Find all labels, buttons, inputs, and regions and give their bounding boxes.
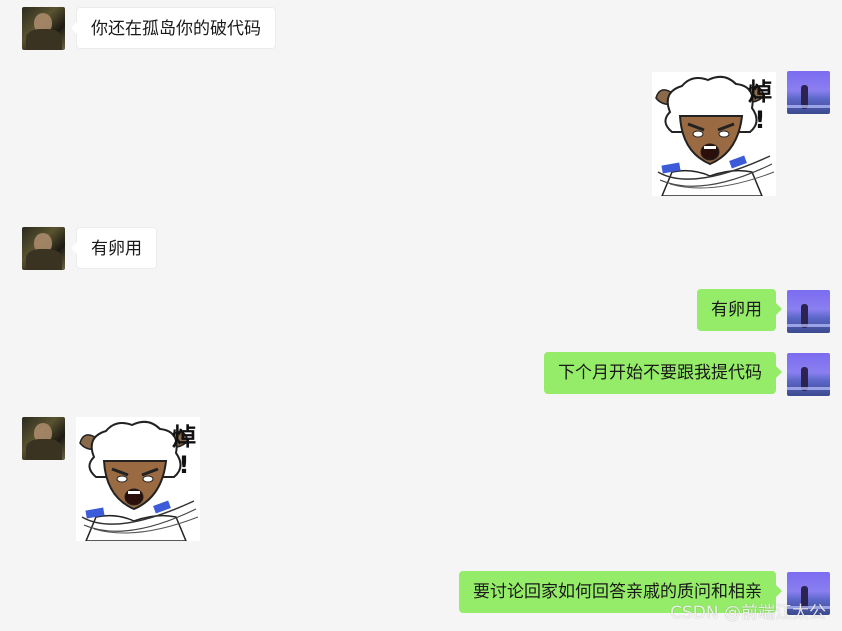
contact-avatar[interactable] <box>22 417 65 460</box>
sticker-message[interactable]: 焯 ! <box>652 72 776 196</box>
sticker-caption: 焯 ! <box>748 78 772 134</box>
contact-avatar[interactable] <box>22 227 65 270</box>
contact-avatar[interactable] <box>22 7 65 50</box>
user-avatar[interactable] <box>787 71 830 114</box>
sticker-message[interactable]: 焯 ! <box>76 417 200 541</box>
sticker-caption: 焯 ! <box>172 423 196 479</box>
message-bubble-received[interactable]: 你还在孤岛你的破代码 <box>71 7 276 49</box>
message-bubble-received[interactable]: 有卵用 <box>71 227 157 269</box>
user-avatar[interactable] <box>787 353 830 396</box>
message-bubble-sent[interactable]: 有卵用 <box>697 289 782 331</box>
user-avatar[interactable] <box>787 290 830 333</box>
watermark-text: CSDN @前端江太公 <box>670 603 826 623</box>
message-bubble-sent[interactable]: 下个月开始不要跟我提代码 <box>544 352 782 394</box>
